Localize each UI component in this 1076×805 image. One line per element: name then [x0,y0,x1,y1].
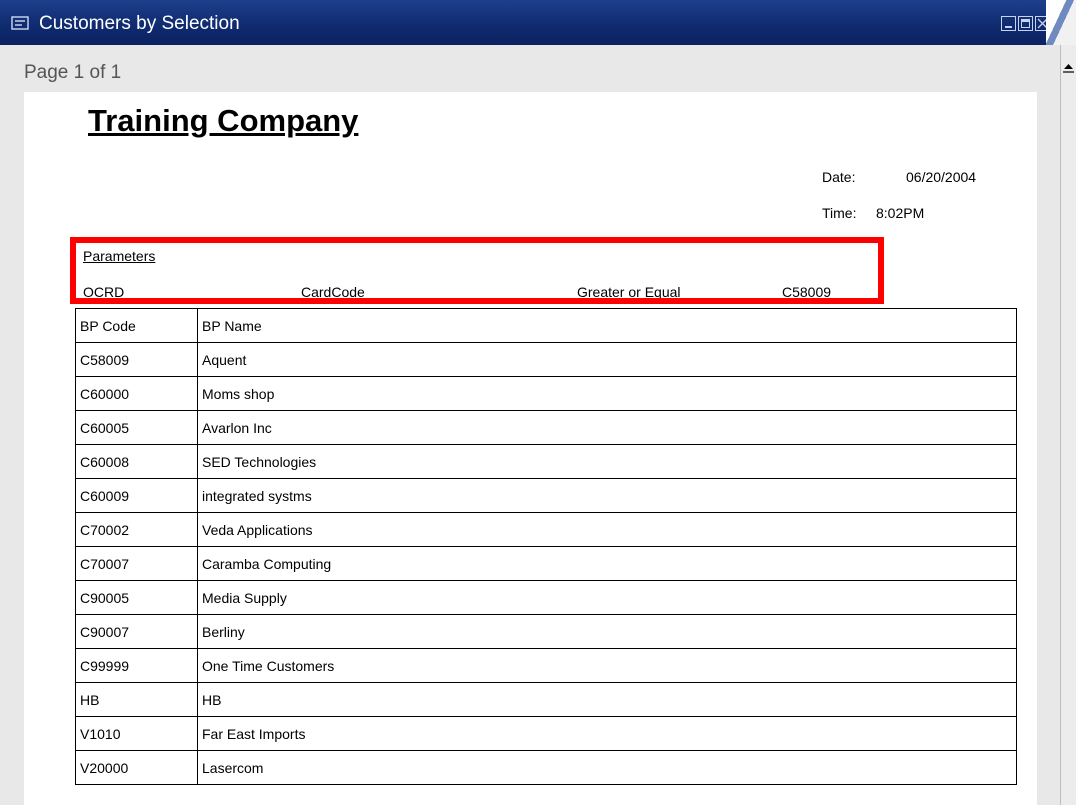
bp-name-cell: Far East Imports [197,716,1017,751]
vertical-scrollbar[interactable] [1060,45,1076,805]
bp-code-cell: HB [75,682,198,717]
table-row: C90005 Media Supply [75,580,1017,615]
table-row: C58009 Aquent [75,342,1017,377]
parameters-highlight-box [70,237,884,304]
company-title: Training Company [88,103,359,138]
table-row: C60005 Avarlon Inc [75,410,1017,445]
time-value: 8:02PM [876,205,925,221]
table-row: C60009 integrated systms [75,478,1017,513]
bp-name-cell: Moms shop [197,376,1017,411]
titlebar-corner [1046,0,1076,45]
bp-name-cell: integrated systms [197,478,1017,513]
table-row: C70002 Veda Applications [75,512,1017,547]
bp-code-cell: C60005 [75,410,198,445]
table-row: C90007 Berliny [75,614,1017,649]
bp-name-cell: Caramba Computing [197,546,1017,581]
bp-code-cell: C60008 [75,444,198,479]
bp-code-cell: C58009 [75,342,198,377]
table-row: C60000 Moms shop [75,376,1017,411]
table-row: C99999 One Time Customers [75,648,1017,683]
table-row: HB HB [75,682,1017,717]
bp-name-cell: Veda Applications [197,512,1017,547]
bp-name-cell: Media Supply [197,580,1017,615]
bp-code-cell: C60009 [75,478,198,513]
bp-table: BP Code BP Name C58009 Aquent C60000 Moms s… [75,308,1017,785]
bp-name-cell: SED Technologies [197,444,1017,479]
page-indicator: Page 1 of 1 [24,62,122,83]
bp-code-cell: C90007 [75,614,198,649]
window-titlebar[interactable]: Customers by Selection [0,0,1060,45]
bp-code-cell: V1010 [75,716,198,751]
time-label: Time: [822,205,857,221]
date-label: Date: [822,169,856,185]
report-icon [11,16,29,30]
table-row: V20000 Lasercom [75,750,1017,785]
table-row: C70007 Caramba Computing [75,546,1017,581]
bp-code-cell: C70002 [75,512,198,547]
bp-name-cell: One Time Customers [197,648,1017,683]
column-header-bp-code: BP Code [75,308,198,343]
bp-name-cell: Aquent [197,342,1017,377]
maximize-icon[interactable] [1018,16,1033,31]
table-row: C60008 SED Technologies [75,444,1017,479]
bp-code-cell: C60000 [75,376,198,411]
scroll-up-icon[interactable] [1061,59,1076,75]
bp-code-cell: C90005 [75,580,198,615]
column-header-bp-name: BP Name [197,308,1017,343]
bp-name-cell: Lasercom [197,750,1017,785]
bp-code-cell: V20000 [75,750,198,785]
window-title: Customers by Selection [39,13,240,34]
bp-code-cell: C70007 [75,546,198,581]
minimize-icon[interactable] [1001,16,1016,31]
bp-name-cell: HB [197,682,1017,717]
bp-code-cell: C99999 [75,648,198,683]
table-row: V1010 Far East Imports [75,716,1017,751]
bp-name-cell: Avarlon Inc [197,410,1017,445]
date-value: 06/20/2004 [906,169,977,185]
table-header-row: BP Code BP Name [75,308,1017,343]
bp-name-cell: Berliny [197,614,1017,649]
